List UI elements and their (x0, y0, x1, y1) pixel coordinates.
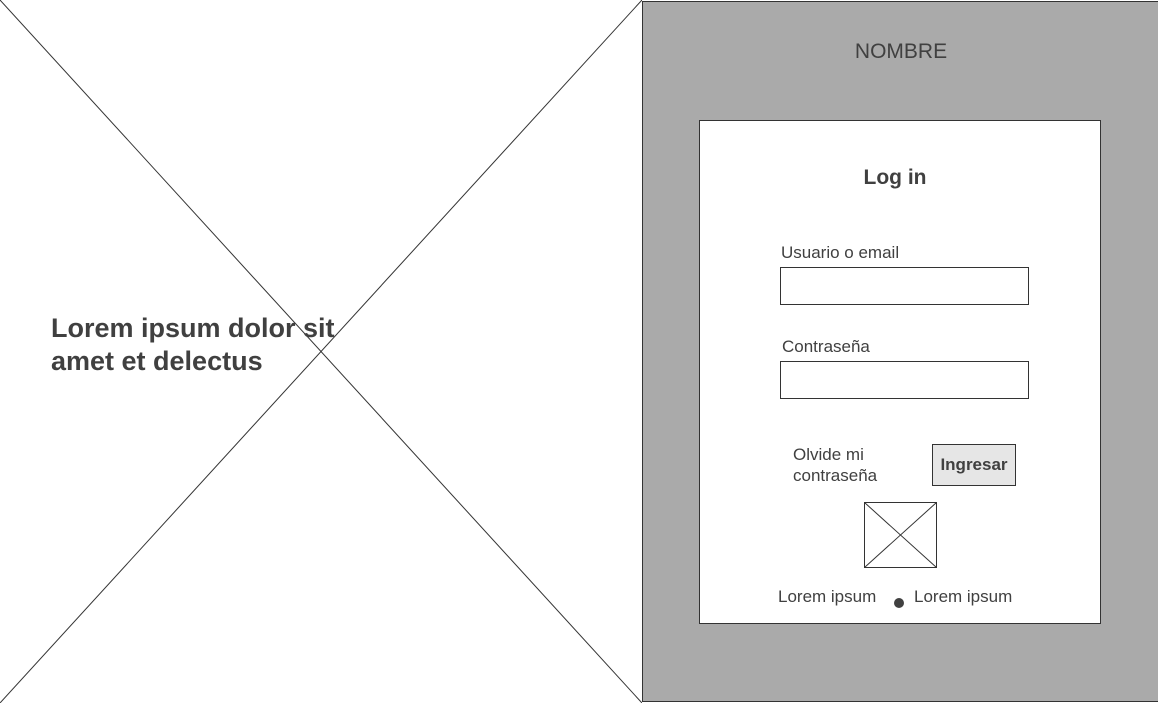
logo-image-placeholder-icon (864, 502, 937, 568)
bullet-dot-icon (894, 598, 904, 608)
password-label: Contraseña (782, 337, 870, 356)
login-card: Log in Usuario o email Contraseña Olvide… (699, 120, 1101, 624)
password-input[interactable] (780, 361, 1029, 399)
brand-name: NOMBRE (854, 40, 948, 63)
forgot-password-link[interactable]: Olvide mi contraseña (793, 444, 903, 486)
hero-headline: Lorem ipsum dolor sit amet et delectus (51, 313, 335, 376)
username-input[interactable] (780, 267, 1029, 305)
hero-image-placeholder: Lorem ipsum dolor sit amet et delectus (0, 0, 642, 703)
username-label: Usuario o email (781, 243, 900, 262)
login-submit-button[interactable]: Ingresar (932, 444, 1016, 486)
footer-link-right[interactable]: Lorem ipsum (914, 587, 1012, 607)
login-page: Lorem ipsum dolor sit amet et delectus N… (0, 0, 1159, 703)
login-title: Log in (863, 166, 927, 189)
footer-link-left[interactable]: Lorem ipsum (778, 587, 876, 607)
